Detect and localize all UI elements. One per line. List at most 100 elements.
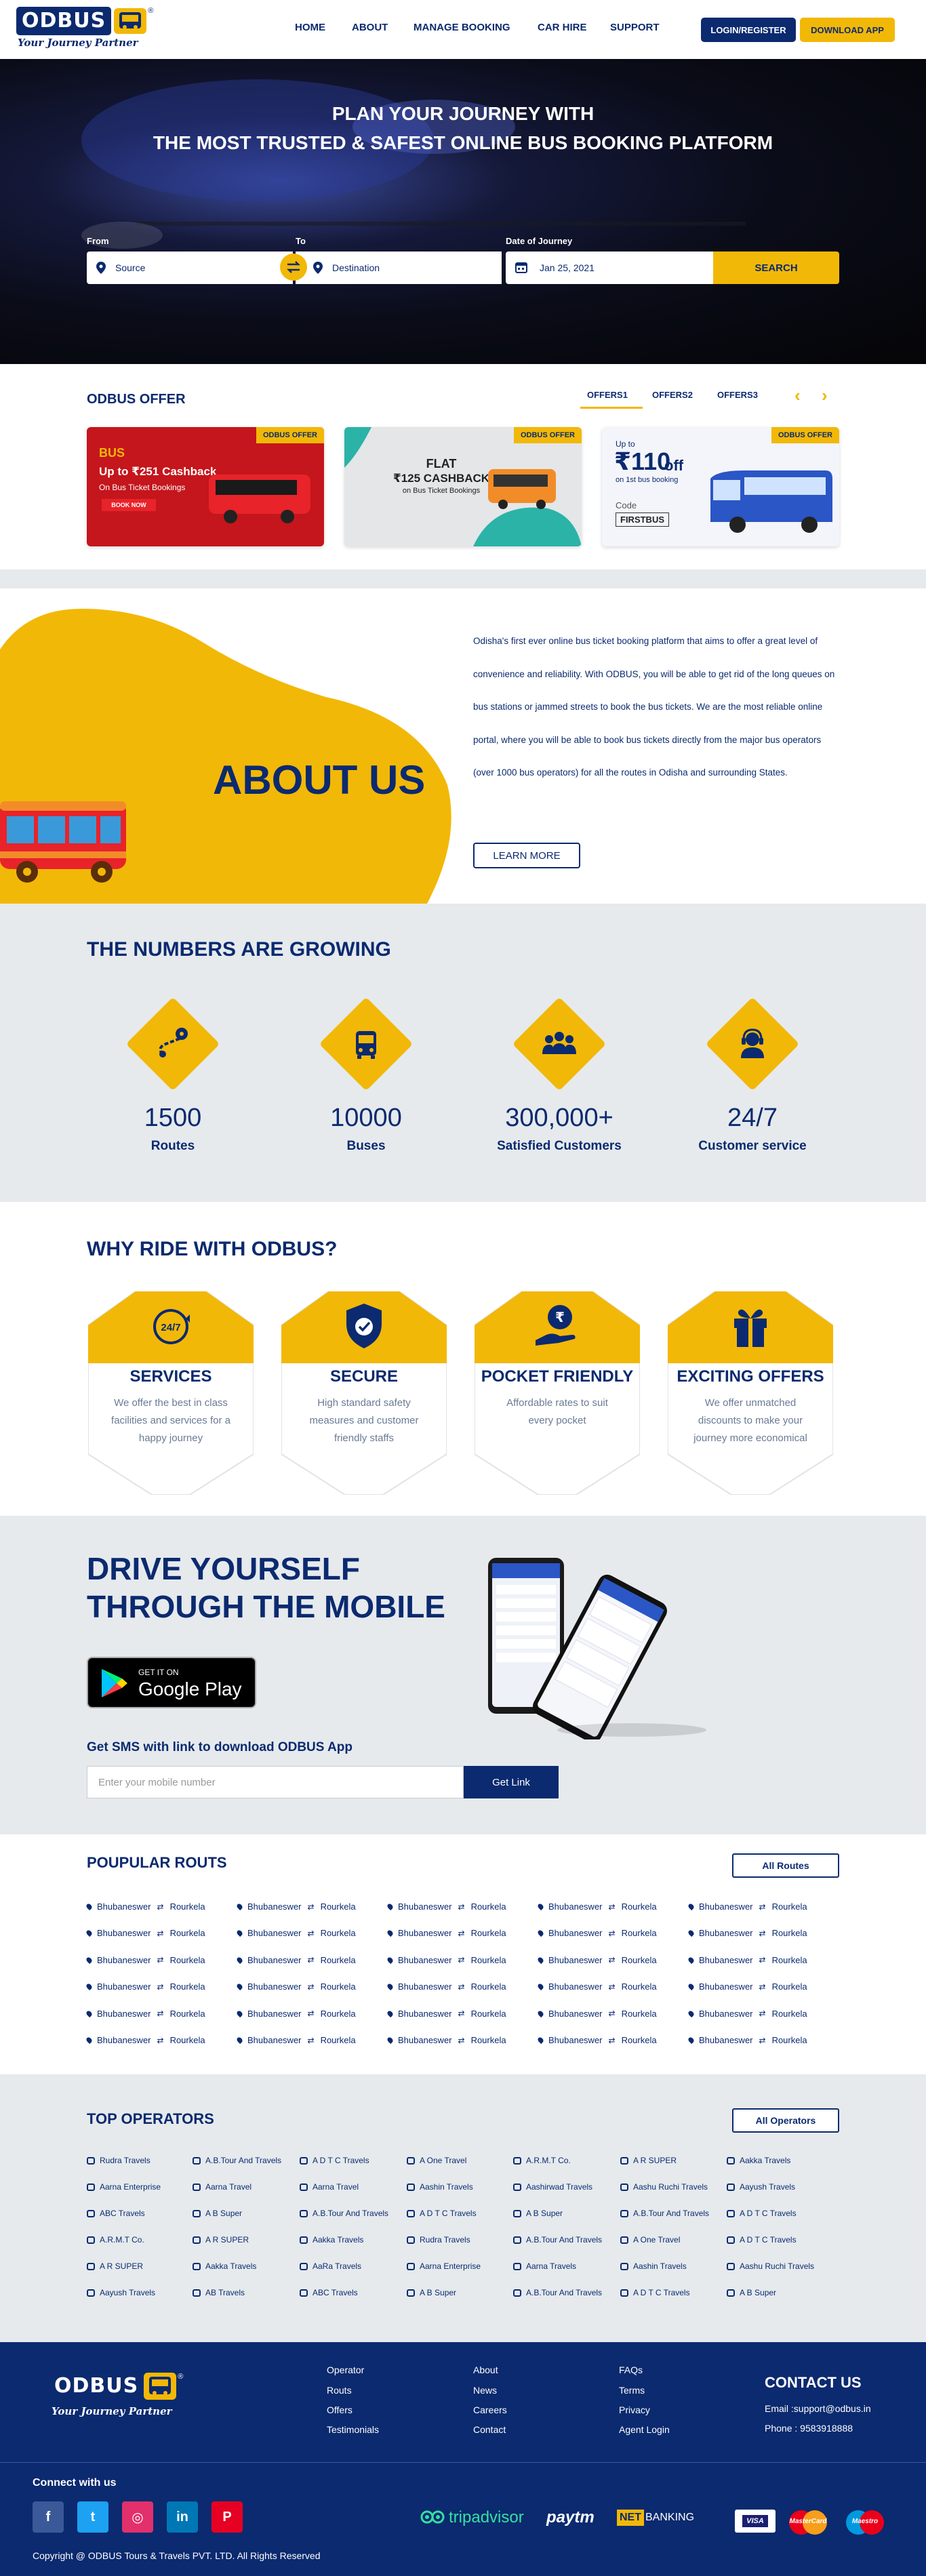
route-link[interactable]: Bhubaneswer ⇄ Rourkela [687,2035,807,2045]
twitter-icon[interactable]: t [77,2501,108,2533]
footer-link-testimonials[interactable]: Testimonials [327,2424,379,2435]
route-link[interactable]: Bhubaneswer ⇄ Rourkela [536,1928,657,1938]
operator-link[interactable]: Rudra Travels [87,2156,150,2165]
operator-link[interactable]: A R SUPER [620,2156,677,2165]
route-link[interactable]: Bhubaneswer ⇄ Rourkela [85,2009,205,2019]
operator-link[interactable]: Aayush Travels [87,2288,155,2297]
footer-link-privacy[interactable]: Privacy [619,2404,650,2415]
footer-link-news[interactable]: News [473,2385,497,2396]
operator-link[interactable]: Aakka Travels [300,2235,363,2245]
nav-support[interactable]: SUPPORT [610,22,660,33]
operator-link[interactable]: Aakka Travels [193,2261,256,2271]
operator-link[interactable]: Aashin Travels [407,2182,473,2192]
facebook-icon[interactable]: f [33,2501,64,2533]
route-link[interactable]: Bhubaneswer ⇄ Rourkela [235,1928,356,1938]
route-link[interactable]: Bhubaneswer ⇄ Rourkela [235,1981,356,1992]
tab-offers3[interactable]: OFFERS3 [717,390,758,400]
route-link[interactable]: Bhubaneswer ⇄ Rourkela [536,1955,657,1965]
contact-email[interactable]: Email :support@odbus.in [765,2403,871,2414]
operator-link[interactable]: Aashin Travels [620,2261,687,2271]
route-link[interactable]: Bhubaneswer ⇄ Rourkela [235,2009,356,2019]
operator-link[interactable]: AB Travels [193,2288,245,2297]
footer-link-agent-login[interactable]: Agent Login [619,2424,670,2435]
route-link[interactable]: Bhubaneswer ⇄ Rourkela [386,1955,506,1965]
route-link[interactable]: Bhubaneswer ⇄ Rourkela [235,2035,356,2045]
route-link[interactable]: Bhubaneswer ⇄ Rourkela [687,2009,807,2019]
operator-link[interactable]: AaRa Travels [300,2261,361,2271]
route-link[interactable]: Bhubaneswer ⇄ Rourkela [687,1901,807,1912]
route-link[interactable]: Bhubaneswer ⇄ Rourkela [85,1981,205,1992]
operator-link[interactable]: A R SUPER [193,2235,249,2245]
instagram-icon[interactable]: ◎ [122,2501,153,2533]
route-link[interactable]: Bhubaneswer ⇄ Rourkela [235,1955,356,1965]
footer-link-faqs[interactable]: FAQs [619,2364,643,2375]
route-link[interactable]: Bhubaneswer ⇄ Rourkela [687,1955,807,1965]
operator-link[interactable]: A One Travel [407,2156,466,2165]
footer-logo[interactable]: ODBUS ® [52,2373,183,2400]
route-link[interactable]: Bhubaneswer ⇄ Rourkela [536,1981,657,1992]
search-button[interactable]: SEARCH [713,251,839,284]
footer-link-contact[interactable]: Contact [473,2424,506,2435]
operator-link[interactable]: Aayush Travels [727,2182,795,2192]
pinterest-icon[interactable]: P [212,2501,243,2533]
download-app-button[interactable]: DOWNLOAD APP [800,18,895,42]
tab-offers1[interactable]: OFFERS1 [587,390,628,400]
route-link[interactable]: Bhubaneswer ⇄ Rourkela [536,1901,657,1912]
route-link[interactable]: Bhubaneswer ⇄ Rourkela [687,1981,807,1992]
route-link[interactable]: Bhubaneswer ⇄ Rourkela [85,1928,205,1938]
offer-card-2[interactable]: ODBUS OFFER FLAT ₹125 CASHBACK on Bus Ti… [344,427,582,546]
operator-link[interactable]: A.B.Tour And Travels [193,2156,281,2165]
route-link[interactable]: Bhubaneswer ⇄ Rourkela [536,2009,657,2019]
operator-link[interactable]: Aashu Ruchi Travels [620,2182,708,2192]
route-link[interactable]: Bhubaneswer ⇄ Rourkela [85,2035,205,2045]
operator-link[interactable]: A B Super [193,2209,242,2218]
operator-link[interactable]: Aarna Enterprise [87,2182,161,2192]
operator-link[interactable]: A One Travel [620,2235,680,2245]
operator-link[interactable]: A.B.Tour And Travels [513,2288,602,2297]
learn-more-button[interactable]: LEARN MORE [473,843,580,868]
operator-link[interactable]: Aarna Enterprise [407,2261,481,2271]
offer-card-1[interactable]: ODBUS OFFER BUS Up to ₹251 Cashback On B… [87,427,324,546]
route-link[interactable]: Bhubaneswer ⇄ Rourkela [235,1901,356,1912]
footer-link-careers[interactable]: Careers [473,2404,507,2415]
footer-link-offers[interactable]: Offers [327,2404,353,2415]
operator-link[interactable]: A D T C Travels [727,2235,797,2245]
route-link[interactable]: Bhubaneswer ⇄ Rourkela [536,2035,657,2045]
nav-manage-booking[interactable]: MANAGE BOOKING [414,22,510,33]
tab-offers2[interactable]: OFFERS2 [652,390,693,400]
operator-link[interactable]: A B Super [727,2288,776,2297]
operator-link[interactable]: A.R.M.T Co. [87,2235,144,2245]
operator-link[interactable]: A.B.Tour And Travels [620,2209,709,2218]
chevron-right-icon[interactable]: › [822,385,828,406]
operator-link[interactable]: Aarna Travel [193,2182,251,2192]
operator-link[interactable]: A B Super [513,2209,563,2218]
operator-link[interactable]: ABC Travels [87,2209,145,2218]
linkedin-icon[interactable]: in [167,2501,198,2533]
route-link[interactable]: Bhubaneswer ⇄ Rourkela [85,1901,205,1912]
footer-link-about[interactable]: About [473,2364,498,2375]
footer-link-terms[interactable]: Terms [619,2385,645,2396]
operator-link[interactable]: A.R.M.T Co. [513,2156,571,2165]
chevron-left-icon[interactable]: ‹ [794,385,801,406]
operator-link[interactable]: A R SUPER [87,2261,143,2271]
destination-input[interactable]: Destination [296,251,502,284]
login-register-button[interactable]: LOGIN/REGISTER [701,18,796,42]
footer-link-routs[interactable]: Routs [327,2385,352,2396]
operator-link[interactable]: Aarna Travel [300,2182,359,2192]
route-link[interactable]: Bhubaneswer ⇄ Rourkela [386,2009,506,2019]
nav-about[interactable]: ABOUT [352,22,388,33]
nav-home[interactable]: HOME [295,22,325,33]
operator-link[interactable]: A D T C Travels [620,2288,690,2297]
swap-icon[interactable] [280,254,307,281]
google-play-badge[interactable]: GET IT ON Google Play [87,1657,256,1708]
operator-link[interactable]: A B Super [407,2288,456,2297]
route-link[interactable]: Bhubaneswer ⇄ Rourkela [386,1901,506,1912]
all-operators-button[interactable]: All Operators [732,2108,839,2133]
route-link[interactable]: Bhubaneswer ⇄ Rourkela [386,1981,506,1992]
route-link[interactable]: Bhubaneswer ⇄ Rourkela [85,1955,205,1965]
book-now-button[interactable]: BOOK NOW [102,499,156,511]
route-link[interactable]: Bhubaneswer ⇄ Rourkela [386,2035,506,2045]
brand-logo[interactable]: ODBUS ® [16,7,153,35]
nav-car-hire[interactable]: CAR HIRE [538,22,587,33]
get-link-button[interactable]: Get Link [464,1766,559,1798]
